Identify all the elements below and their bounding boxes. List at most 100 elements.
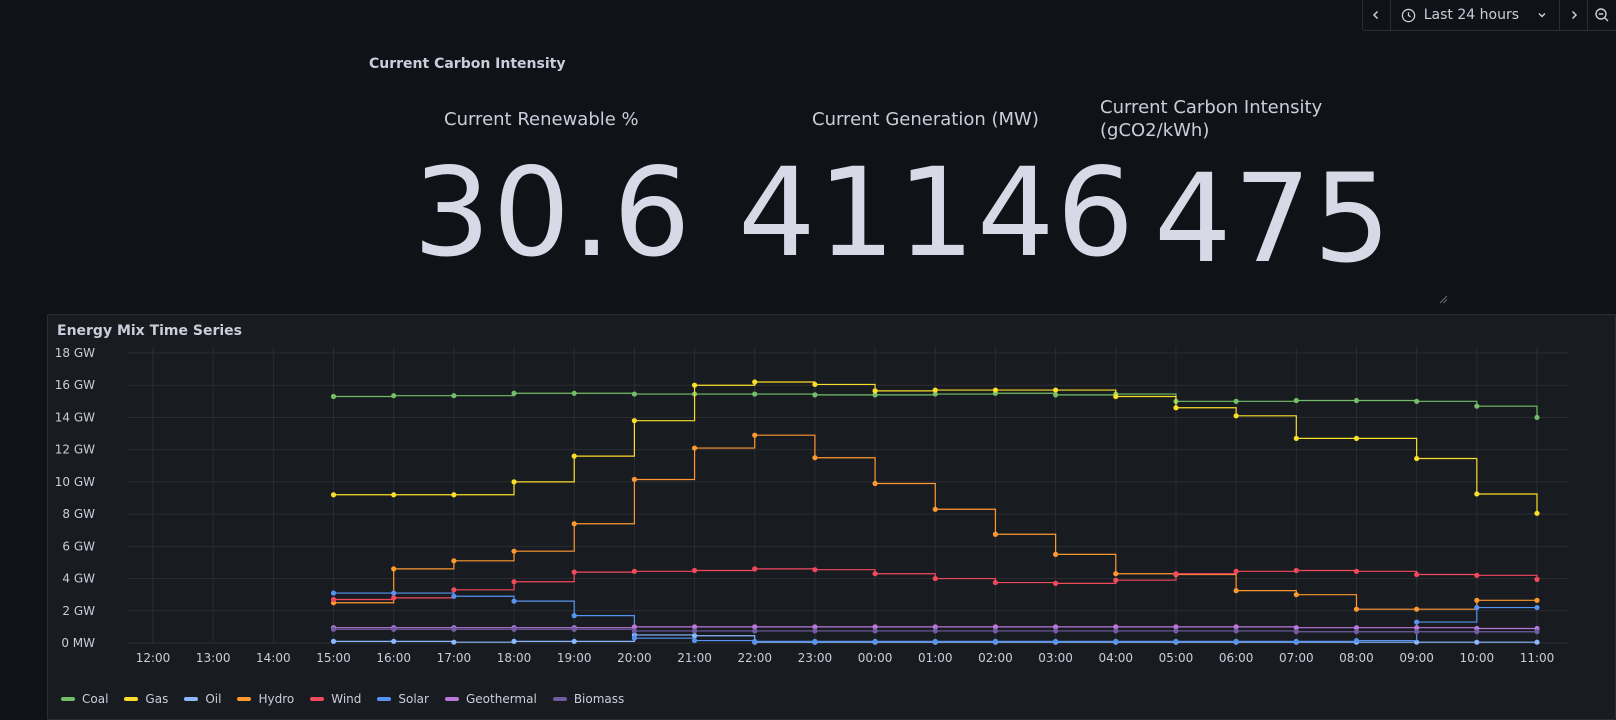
data-point-oil	[511, 638, 517, 644]
data-point-gas	[992, 387, 999, 393]
data-point-gas	[451, 492, 457, 498]
legend-item-biomass[interactable]: Biomass	[552, 692, 624, 706]
data-point-biomass	[571, 626, 577, 632]
data-point-oil	[330, 638, 337, 644]
data-point-coal	[451, 393, 457, 399]
data-point-biomass	[391, 626, 397, 632]
legend-item-hydro[interactable]: Hydro	[237, 692, 294, 706]
panel-resize-handle[interactable]	[1438, 294, 1448, 304]
data-point-oil	[451, 639, 457, 645]
data-point-hydro	[1414, 606, 1420, 612]
data-point-gas	[1414, 455, 1420, 462]
data-point-wind	[872, 571, 878, 577]
x-tick-label: 07:00	[1279, 651, 1314, 665]
x-tick-label: 13:00	[196, 651, 231, 665]
data-point-biomass	[631, 628, 637, 634]
data-point-biomass	[872, 628, 878, 634]
y-tick-label: 12 GW	[55, 443, 95, 457]
legend-label: Gas	[145, 692, 169, 706]
chevron-right-icon	[1571, 10, 1577, 20]
data-point-gas	[391, 492, 397, 498]
x-tick-label: 23:00	[798, 651, 833, 665]
data-point-solar	[391, 590, 397, 596]
energy-mix-chart[interactable]: 0 MW 2 GW 4 GW 6 GW 8 GW 10 GW 12 GW 14 GW 16 GW…	[48, 315, 1615, 719]
legend-label: Solar	[398, 692, 429, 706]
time-picker-toolbar: Last 24 hours	[1361, 0, 1616, 31]
x-tick-label: 15:00	[316, 651, 351, 665]
data-point-hydro	[1353, 606, 1360, 612]
time-range-back-button[interactable]	[1363, 0, 1391, 30]
data-point-solar	[571, 613, 577, 619]
data-point-biomass	[511, 626, 517, 632]
data-point-solar	[872, 638, 878, 644]
zoom-out-button[interactable]	[1588, 0, 1616, 30]
data-point-wind	[992, 579, 999, 586]
data-point-biomass	[812, 628, 818, 634]
data-point-solar	[1414, 619, 1420, 625]
data-point-oil	[571, 638, 577, 644]
data-point-biomass	[1053, 628, 1059, 634]
data-point-solar	[631, 635, 637, 641]
data-point-gas	[932, 387, 938, 393]
data-point-gas	[1173, 405, 1179, 411]
data-point-wind	[1173, 571, 1179, 577]
generation-stat-title: Current Generation (MW)	[812, 109, 1039, 130]
data-point-coal	[571, 390, 577, 396]
legend-item-solar[interactable]: Solar	[377, 692, 429, 706]
data-point-coal	[1414, 398, 1420, 404]
data-point-solar	[1173, 638, 1179, 644]
data-point-coal	[1293, 397, 1299, 404]
y-tick-label: 0 MW	[61, 636, 95, 650]
legend-item-gas[interactable]: Gas	[124, 692, 168, 706]
data-point-coal	[752, 391, 758, 397]
legend-swatch	[237, 697, 252, 701]
legend-item-wind[interactable]: Wind	[310, 692, 361, 706]
data-point-wind	[1113, 577, 1119, 583]
generation-stat-value: 41146	[738, 142, 1137, 284]
data-point-wind	[752, 566, 758, 572]
time-range-forward-button[interactable]	[1560, 0, 1588, 30]
data-point-gas	[1113, 393, 1119, 400]
data-point-wind	[571, 569, 577, 575]
legend-item-oil[interactable]: Oil	[184, 692, 221, 706]
y-tick-label: 8 GW	[62, 507, 95, 521]
data-point-wind	[1414, 571, 1420, 578]
data-point-solar	[812, 638, 818, 644]
x-tick-label: 12:00	[136, 651, 171, 665]
data-point-solar	[1053, 638, 1059, 644]
data-point-solar	[691, 637, 698, 644]
legend-label: Wind	[331, 692, 362, 706]
data-point-biomass	[1113, 628, 1119, 634]
clock-icon	[1401, 8, 1415, 22]
legend-item-coal[interactable]: Coal	[61, 692, 108, 706]
data-point-gas	[1233, 413, 1239, 419]
legend-item-geothermal[interactable]: Geothermal	[444, 692, 537, 706]
x-tick-label: 22:00	[737, 651, 772, 665]
data-point-coal	[1053, 392, 1059, 398]
y-tick-label: 14 GW	[55, 410, 95, 424]
zoom-out-icon	[1595, 8, 1609, 22]
data-point-wind	[330, 596, 337, 603]
data-point-biomass	[752, 628, 758, 634]
data-point-hydro	[812, 455, 818, 461]
renewable-stat-value: 30.6	[413, 142, 693, 284]
time-range-picker[interactable]: Last 24 hours	[1391, 0, 1560, 30]
x-tick-label: 04:00	[1098, 651, 1133, 665]
legend-swatch	[310, 697, 325, 701]
data-point-biomass	[1474, 629, 1480, 635]
legend-label: Hydro	[258, 692, 295, 706]
data-point-wind	[451, 587, 457, 593]
x-tick-label: 09:00	[1399, 651, 1434, 665]
data-point-biomass	[1233, 628, 1239, 634]
data-point-biomass	[1534, 629, 1540, 635]
data-point-solar	[1474, 604, 1480, 611]
data-point-coal	[1353, 397, 1360, 404]
data-point-oil	[1474, 639, 1480, 645]
legend-swatch	[377, 697, 392, 701]
data-point-coal	[391, 393, 397, 399]
data-point-solar	[1233, 638, 1239, 644]
x-tick-label: 14:00	[256, 651, 291, 665]
data-point-biomass	[1353, 629, 1360, 635]
data-point-gas	[1053, 387, 1059, 393]
data-point-coal	[511, 390, 517, 396]
